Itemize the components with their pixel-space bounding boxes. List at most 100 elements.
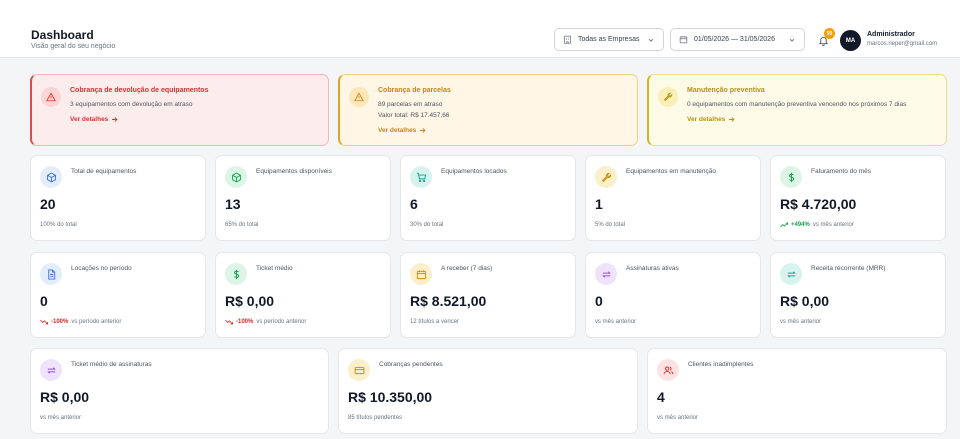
alert-preventive-maintenance: Manutenção preventiva 0 equipamentos com… — [647, 74, 947, 146]
alert-equipment-return: Cobrança de devolução de equipamentos 3 … — [30, 74, 329, 146]
kpi-label: A receber (7 dias) — [441, 265, 493, 272]
kpi-trend: -100% — [236, 319, 254, 325]
alert-text: Valor total: R$ 17.457,66 — [378, 112, 450, 119]
kpi-value: R$ 0,00 — [780, 293, 830, 309]
kpi-value: R$ 8.521,00 — [410, 293, 487, 309]
kpi-subtext: 12 títulos a vencer — [410, 319, 460, 325]
calendar-icon — [679, 36, 688, 44]
chevron-down-icon — [648, 38, 654, 42]
repeat-icon — [780, 263, 802, 285]
kpi-card-mrr[interactable]: Receita recorrente (MRR) R$ 0,00 vs mês … — [770, 252, 946, 338]
building-icon — [564, 35, 571, 44]
kpi-card-total-equipment[interactable]: Total de equipamentos 20 100% do total — [30, 155, 206, 241]
top-header: Dashboard Visão geral do seu negócio Tod… — [0, 0, 960, 58]
kpi-label: Cobranças pendentes — [379, 361, 443, 368]
dollar-icon — [780, 166, 802, 188]
kpi-subtext: 65% do total — [225, 222, 259, 228]
kpi-subtext: +494% vs mês anterior — [780, 222, 854, 228]
alert-link-label: Ver detalhes — [70, 116, 109, 123]
kpi-value: 0 — [595, 293, 603, 309]
alert-title: Manutenção preventiva — [687, 87, 765, 94]
alert-text: 89 parcelas em atraso — [378, 101, 443, 108]
kpi-subtext: vs mês anterior — [40, 415, 82, 421]
user-email: marcos.rieper@gmail.com — [867, 41, 938, 47]
user-name[interactable]: Administrador — [867, 31, 915, 38]
kpi-card-maintenance-equipment[interactable]: Equipamentos em manutenção 1 5% do total — [585, 155, 761, 241]
alert-link-label: Ver detalhes — [687, 116, 726, 123]
chevron-down-icon — [789, 38, 795, 42]
kpi-subtext: 5% do total — [595, 222, 626, 228]
kpi-subtext: 30% do total — [410, 222, 444, 228]
kpi-label: Receita recorrente (MRR) — [811, 265, 886, 272]
kpi-value: 1 — [595, 196, 603, 212]
kpi-subtext: -100% vs período anterior — [40, 319, 121, 325]
alert-details-link[interactable]: Ver detalhes — [378, 127, 426, 134]
alert-details-link[interactable]: Ver detalhes — [687, 116, 735, 123]
kpi-value: 20 — [40, 196, 56, 212]
warning-triangle-icon — [41, 87, 61, 107]
kpi-value: R$ 0,00 — [40, 389, 90, 405]
kpi-label: Assinaturas ativas — [626, 265, 679, 272]
kpi-label: Ticket médio de assinaturas — [71, 361, 152, 368]
kpi-value: 6 — [410, 196, 418, 212]
alert-details-link[interactable]: Ver detalhes — [70, 116, 118, 123]
kpi-subtext: 100% do total — [40, 222, 77, 228]
kpi-card-available-equipment[interactable]: Equipamentos disponíveis 13 65% do total — [215, 155, 391, 241]
kpi-card-monthly-revenue[interactable]: Faturamento do mês R$ 4.720,00 +494% vs … — [770, 155, 946, 241]
kpi-card-active-subscriptions[interactable]: Assinaturas ativas 0 vs mês anterior — [585, 252, 761, 338]
warning-triangle-icon — [349, 87, 369, 107]
avatar[interactable]: MA — [840, 30, 861, 51]
date-range-value: 01/05/2026 — 31/05/2026 — [694, 36, 775, 43]
kpi-value: R$ 4.720,00 — [780, 196, 857, 212]
dollar-icon — [225, 263, 247, 285]
notification-badge: 95 — [824, 28, 835, 39]
credit-card-icon — [348, 359, 370, 381]
kpi-card-rentals-period[interactable]: Locações no período 0 -100% vs período a… — [30, 252, 206, 338]
date-range-picker[interactable]: 01/05/2026 — 31/05/2026 — [670, 28, 805, 51]
kpi-value: R$ 10.350,00 — [348, 389, 433, 405]
trend-up-icon — [780, 222, 788, 228]
kpi-value: R$ 0,00 — [225, 293, 275, 309]
kpi-value: 13 — [225, 196, 241, 212]
kpi-label: Equipamentos disponíveis — [256, 168, 332, 175]
company-select[interactable]: Todas as Empresas — [554, 28, 664, 51]
wrench-icon — [595, 166, 617, 188]
kpi-card-subscription-ticket[interactable]: Ticket médio de assinaturas R$ 0,00 vs m… — [30, 348, 329, 434]
trend-down-icon — [225, 319, 233, 325]
arrow-right-icon — [112, 117, 118, 122]
page-subtitle: Visão geral do seu negócio — [31, 43, 116, 50]
kpi-value: 0 — [40, 293, 48, 309]
kpi-card-average-ticket[interactable]: Ticket médio R$ 0,00 -100% vs período an… — [215, 252, 391, 338]
box-check-icon — [225, 166, 247, 188]
alert-title: Cobrança de devolução de equipamentos — [70, 87, 209, 94]
arrow-right-icon — [420, 128, 426, 133]
document-icon — [40, 263, 62, 285]
company-select-value: Todas as Empresas — [578, 36, 640, 43]
kpi-subtext: vs mês anterior — [595, 319, 637, 325]
kpi-subtext: 85 títulos pendentes — [348, 415, 403, 421]
kpi-card-rented-equipment[interactable]: Equipamentos locados 6 30% do total — [400, 155, 576, 241]
kpi-label: Clientes inadimplentes — [688, 361, 754, 368]
calendar-icon — [410, 263, 432, 285]
box-icon — [40, 166, 62, 188]
kpi-card-defaulting-clients[interactable]: Clientes inadimplentes 4 vs mês anterior — [647, 348, 947, 434]
kpi-card-receivable-7-days[interactable]: A receber (7 dias) R$ 8.521,00 12 título… — [400, 252, 576, 338]
kpi-label: Equipamentos em manutenção — [626, 168, 716, 175]
alert-text: 3 equipamentos com devolução em atraso — [70, 101, 193, 108]
kpi-value: 4 — [657, 389, 665, 405]
repeat-icon — [595, 263, 617, 285]
kpi-card-pending-charges[interactable]: Cobranças pendentes R$ 10.350,00 85 títu… — [338, 348, 638, 434]
alert-link-label: Ver detalhes — [378, 127, 417, 134]
alert-text: 0 equipamentos com manutenção preventiva… — [687, 101, 907, 108]
page-title: Dashboard — [31, 28, 94, 42]
alert-title: Cobrança de parcelas — [378, 87, 451, 94]
kpi-subtext: -100% vs período anterior — [225, 319, 306, 325]
users-icon — [657, 359, 679, 381]
cart-icon — [410, 166, 432, 188]
alert-installments: Cobrança de parcelas 89 parcelas em atra… — [338, 74, 638, 146]
kpi-trend: +494% — [791, 222, 810, 228]
wrench-icon — [658, 87, 678, 107]
kpi-label: Equipamentos locados — [441, 168, 507, 175]
kpi-subtext: vs mês anterior — [780, 319, 822, 325]
arrow-right-icon — [729, 117, 735, 122]
